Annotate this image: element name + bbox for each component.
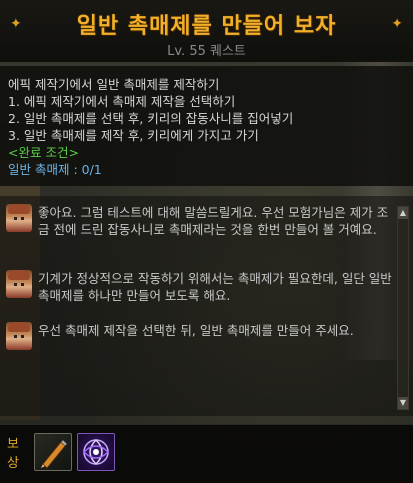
reward-item-slot[interactable] xyxy=(34,433,72,471)
npc-dialog-panel[interactable]: 좋아요. 그럼 테스트에 대해 말씀드릴게요. 우선 모험가님은 제가 조금 전… xyxy=(0,196,413,416)
dialog-scrollbar[interactable]: ▲ ▼ xyxy=(397,206,409,410)
quest-header: ✦ 일반 촉매제를 만들어 보자 ✦ Lv. 55 퀘스트 xyxy=(0,0,413,62)
quest-info-panel: 에픽 제작기에서 일반 촉매제를 제작하기 1. 에픽 제작기에서 촉매제 제작… xyxy=(0,66,413,186)
scroll-down-icon[interactable]: ▼ xyxy=(398,397,408,409)
dialog-message: 기계가 정상적으로 작동하기 위해서는 촉매제가 필요한데, 일단 일반 촉매제… xyxy=(6,270,392,304)
scroll-up-icon[interactable]: ▲ xyxy=(398,207,408,219)
quest-step-2: 2. 일반 촉매제를 선택 후, 키리의 잡동사니를 집어넣기 xyxy=(8,111,294,126)
npc-avatar xyxy=(6,204,32,232)
dialog-text: 좋아요. 그럼 테스트에 대해 말씀드릴게요. 우선 모험가님은 제가 조금 전… xyxy=(38,205,389,237)
sparkle-icon: ✦ xyxy=(391,16,403,32)
pencil-icon xyxy=(41,439,68,469)
reward-item-slot[interactable] xyxy=(77,433,115,471)
quest-step-1: 1. 에픽 제작기에서 촉매제 제작을 선택하기 xyxy=(8,94,236,109)
dialog-message: 우선 촉매제 제작을 선택한 뒤, 일반 촉매제를 만들어 주세요. xyxy=(6,322,392,350)
dialog-message: 좋아요. 그럼 테스트에 대해 말씀드릴게요. 우선 모험가님은 제가 조금 전… xyxy=(6,204,392,238)
dialog-text: 우선 촉매제 제작을 선택한 뒤, 일반 촉매제를 만들어 주세요. xyxy=(38,323,354,338)
quest-objective: 에픽 제작기에서 일반 촉매제를 제작하기 xyxy=(8,77,220,92)
quest-level: Lv. 55 퀘스트 xyxy=(167,44,246,59)
quest-step-3: 3. 일반 촉매제를 제작 후, 키리에게 가지고 가기 xyxy=(8,128,259,143)
reward-label: 보상 xyxy=(7,437,19,471)
quest-title: 일반 촉매제를 만들어 보자 xyxy=(76,14,337,39)
completion-condition-label: <완료 조건> xyxy=(8,145,79,160)
reward-bar: 보상 xyxy=(0,424,413,483)
magic-sigil-icon xyxy=(82,438,110,466)
dialog-text: 기계가 정상적으로 작동하기 위해서는 촉매제가 필요한데, 일단 일반 촉매제… xyxy=(38,271,392,303)
quest-progress: 일반 촉매제 : 0/1 xyxy=(8,162,102,177)
npc-avatar xyxy=(6,322,32,350)
npc-avatar xyxy=(6,270,32,298)
